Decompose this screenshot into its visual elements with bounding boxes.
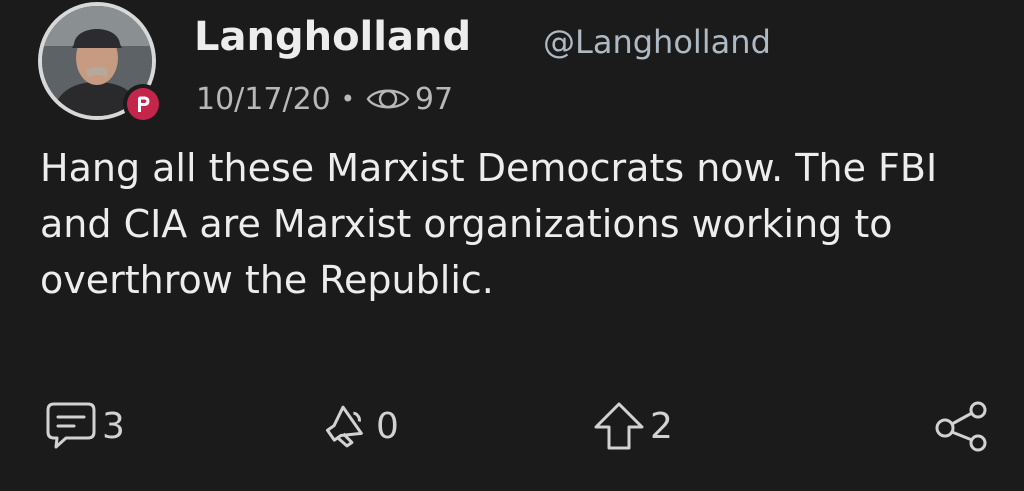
post-text: Hang all these Marxist Democrats now. Th… <box>40 146 938 302</box>
meta-separator: • <box>340 85 355 113</box>
user-handle[interactable]: @Langholland <box>543 24 771 61</box>
echo-button[interactable]: 0 <box>316 396 399 456</box>
upvote-button[interactable]: 2 <box>592 396 673 456</box>
reply-count: 3 <box>102 405 125 447</box>
parler-logo-icon <box>127 88 159 120</box>
post-meta: 10/17/20 • 97 <box>196 78 453 120</box>
eye-icon <box>365 84 411 114</box>
comment-icon <box>44 400 98 452</box>
megaphone-icon <box>316 398 372 454</box>
view-count: 97 <box>414 81 454 117</box>
share-icon <box>932 398 992 454</box>
share-button[interactable] <box>932 396 992 456</box>
post-card: Langholland @Langholland 10/17/20 • 97 H… <box>0 0 1024 491</box>
reply-button[interactable]: 3 <box>44 396 125 456</box>
display-name[interactable]: Langholland <box>194 14 471 60</box>
upvote-arrow-icon <box>592 399 646 453</box>
parler-badge <box>123 84 163 124</box>
echo-count: 0 <box>376 405 399 447</box>
upvote-count: 2 <box>650 405 673 447</box>
post-date: 10/17/20 <box>196 81 331 117</box>
